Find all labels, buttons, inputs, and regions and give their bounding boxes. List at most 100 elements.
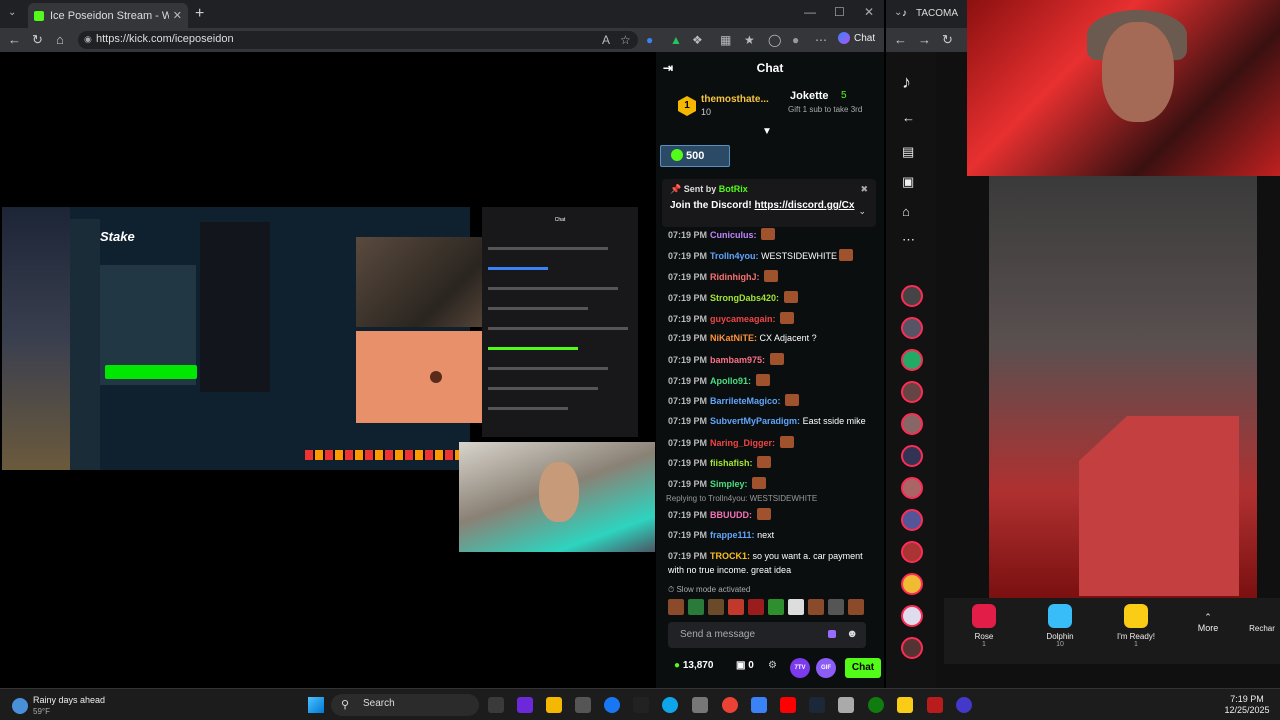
message-username[interactable]: Naring_Digger: — [710, 438, 775, 448]
back-icon[interactable]: ← — [8, 32, 21, 47]
live-creator-avatar[interactable] — [901, 605, 923, 627]
message-username[interactable]: frappe111: — [710, 530, 755, 540]
live-creator-avatar[interactable] — [901, 477, 923, 499]
7tv-badge-button[interactable]: 7TV — [790, 658, 810, 678]
gift-dolphin[interactable]: Dolphin 10 — [1030, 604, 1090, 648]
message-username[interactable]: NiKatNiTE: — [710, 333, 757, 343]
channel-points-button[interactable]: 500 — [660, 145, 730, 167]
message-username[interactable]: Apollo91: — [710, 376, 751, 386]
copilot-chat-button[interactable]: Chat — [838, 32, 875, 44]
chat-message[interactable]: 07:19 PM TROCK1: so you want a. car payme… — [668, 550, 880, 562]
chat-message[interactable]: 07:19 PM bambam975: — [668, 353, 880, 366]
live-creator-avatar[interactable] — [901, 637, 923, 659]
minimize-icon[interactable]: — — [804, 5, 816, 19]
chat-message[interactable]: 07:19 PM frappe111: next — [668, 529, 880, 541]
collapse-chat-icon[interactable]: ⇥ — [663, 61, 673, 75]
chat-message[interactable]: 07:19 PM Simpley: — [668, 477, 880, 490]
browser-essentials-icon[interactable]: ◯ — [768, 33, 781, 47]
message-username[interactable]: StrongDabs420: — [710, 293, 779, 303]
second-gifter-name[interactable]: Jokette — [790, 90, 829, 102]
chat-message-input[interactable]: Send a message ☻ — [668, 622, 866, 648]
emote-button[interactable] — [808, 599, 824, 615]
steam-icon[interactable] — [809, 697, 825, 713]
emote-button[interactable] — [848, 599, 864, 615]
obs-icon[interactable] — [956, 697, 972, 713]
emote-button[interactable] — [668, 599, 684, 615]
more-icon[interactable]: ⋯ — [902, 232, 915, 248]
message-username[interactable]: Simpley: — [710, 479, 748, 489]
chat-message[interactable]: 07:19 PM SubvertMyParadigm: East sside mi… — [668, 415, 880, 427]
extension-icon[interactable]: ● — [646, 33, 653, 47]
chat-message[interactable]: 07:19 PM BarrileteMagico: — [668, 394, 880, 407]
home-icon[interactable]: ⌂ — [56, 32, 64, 47]
reload-icon[interactable]: ↻ — [942, 32, 953, 48]
emote-button[interactable] — [708, 599, 724, 615]
favorite-star-icon[interactable]: ☆ — [620, 33, 631, 47]
live-creator-avatar[interactable] — [901, 413, 923, 435]
new-tab-icon[interactable]: + — [195, 5, 204, 23]
store-icon[interactable] — [575, 697, 591, 713]
emote-button[interactable] — [688, 599, 704, 615]
gift-im-ready[interactable]: I'm Ready! 1 — [1106, 604, 1166, 648]
message-username[interactable]: BarrileteMagico: — [710, 396, 781, 406]
emote-button[interactable] — [728, 599, 744, 615]
live-creator-avatar[interactable] — [901, 349, 923, 371]
live-creator-avatar[interactable] — [901, 445, 923, 467]
message-username[interactable]: guycameagain: — [710, 314, 776, 324]
close-window-icon[interactable]: ✕ — [864, 5, 874, 19]
calculator-icon[interactable] — [692, 697, 708, 713]
more-menu-icon[interactable]: ⋯ — [815, 33, 827, 47]
live-tv-icon[interactable]: ▤ — [902, 144, 914, 160]
more-gifts-button[interactable]: ⌃ More — [1192, 612, 1224, 633]
chat-message[interactable]: 07:19 PM fiishafish: — [668, 456, 880, 469]
system-clock[interactable]: 7:19 PM 12/25/2025 — [1220, 694, 1274, 716]
app-icon[interactable] — [927, 697, 943, 713]
start-windows-icon[interactable] — [308, 697, 324, 713]
extensions-puzzle-icon[interactable]: ❖ — [692, 33, 703, 47]
live-creator-avatar[interactable] — [901, 541, 923, 563]
message-username[interactable]: TROCK1: — [710, 551, 750, 561]
chat-message[interactable]: 07:19 PM NiKatNiTE: CX Adjacent ? — [668, 332, 880, 344]
tab-list-chevron-icon[interactable]: ⌄ — [8, 7, 16, 18]
message-username[interactable]: RidinhighJ: — [710, 272, 760, 282]
home-icon[interactable]: ⌂ — [902, 204, 910, 219]
youtube-icon[interactable] — [780, 697, 796, 713]
live-creator-avatar[interactable] — [901, 285, 923, 307]
emote-button[interactable] — [828, 599, 844, 615]
file-explorer-icon[interactable] — [546, 697, 562, 713]
message-username[interactable]: BBUUDD: — [710, 510, 752, 520]
emote-button[interactable] — [788, 599, 804, 615]
profile-avatar-icon[interactable]: ● — [792, 33, 799, 47]
chat-message[interactable]: 07:19 PM Trolln4you: WESTSIDEWHITE — [668, 249, 880, 262]
message-username[interactable]: Trolln4you: — [710, 251, 759, 261]
task-view-icon[interactable] — [488, 697, 504, 713]
kicks-balance[interactable]: ● 13,870 — [674, 660, 713, 671]
leaderboard-toggle-icon[interactable]: ▼ — [762, 126, 772, 137]
message-username[interactable]: Cuniculus: — [710, 230, 757, 240]
tiktok-logo-icon[interactable]: ♪ — [902, 72, 911, 93]
chat-message[interactable]: 07:19 PM BBUUDD: — [668, 508, 880, 521]
live-creator-avatar[interactable] — [901, 509, 923, 531]
address-bar[interactable]: ◉ https://kick.com/iceposeidon — [78, 31, 638, 49]
split-screen-icon[interactable]: ▦ — [720, 33, 731, 47]
chat-message[interactable]: 07:19 PM guycameagain: — [668, 312, 880, 325]
facebook-icon[interactable] — [604, 697, 620, 713]
favorites-icon[interactable]: ★ — [744, 33, 755, 47]
camera-icon[interactable]: ▣ — [902, 174, 914, 190]
read-aloud-icon[interactable]: A — [602, 33, 610, 47]
gif-button[interactable]: GIF — [816, 658, 836, 678]
top-gifter-name[interactable]: themosthate... — [701, 94, 769, 105]
message-username[interactable]: fiishafish: — [710, 458, 753, 468]
chat-message[interactable]: 07:19 PM RidinhighJ: — [668, 270, 880, 283]
xbox-icon[interactable] — [868, 697, 884, 713]
forward-icon[interactable]: → — [918, 32, 931, 47]
chat-settings-gear-icon[interactable]: ⚙ — [768, 660, 777, 671]
message-username[interactable]: SubvertMyParadigm: — [710, 416, 800, 426]
emote-button[interactable] — [748, 599, 764, 615]
chat-message[interactable]: 07:19 PM StrongDabs420: — [668, 291, 880, 304]
power-up-icon[interactable] — [828, 630, 836, 638]
stream-video-player[interactable]: Stake Chat — [0, 52, 656, 688]
live-creator-avatar[interactable] — [901, 381, 923, 403]
chat-message[interactable]: with no true income. great idea — [668, 564, 880, 576]
copilot-icon[interactable] — [517, 697, 533, 713]
